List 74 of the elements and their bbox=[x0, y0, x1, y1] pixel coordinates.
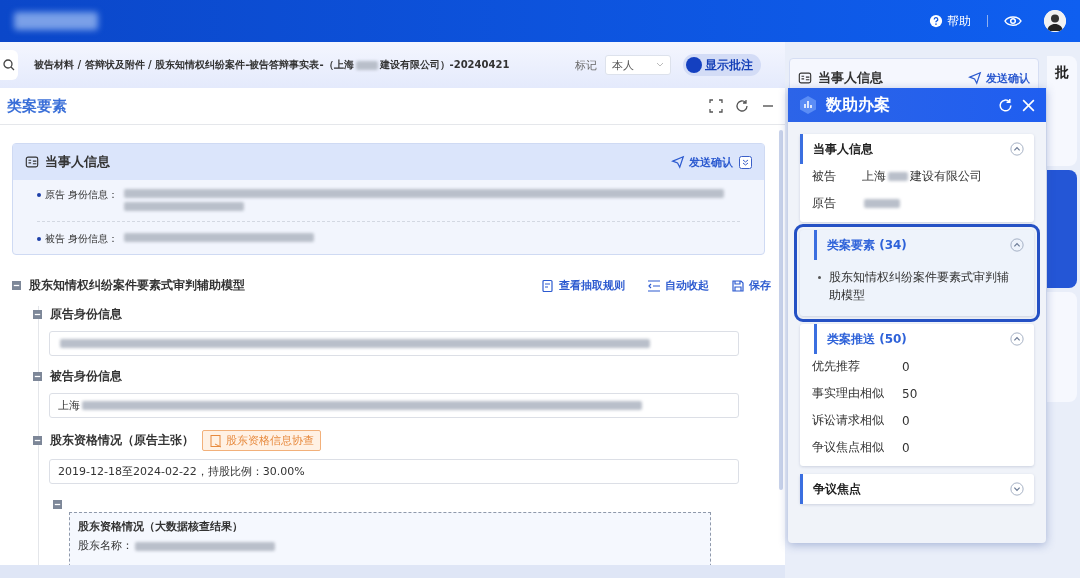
collapse-icon[interactable] bbox=[53, 500, 62, 509]
card-title: 当事人信息 bbox=[45, 153, 110, 171]
row-value: 50 bbox=[902, 386, 918, 401]
row-value: 上海 bbox=[862, 168, 886, 185]
result-title: 股东资格情况（大数据核查结果） bbox=[78, 519, 244, 534]
close-icon[interactable] bbox=[1021, 97, 1036, 113]
row-label: 诉讼请求相似 bbox=[812, 412, 885, 429]
collapse-icon[interactable] bbox=[1010, 238, 1024, 252]
section-title[interactable]: 当事人信息 bbox=[813, 140, 873, 158]
row-value: 建设有限公司 bbox=[910, 168, 982, 185]
panel-title: 类案要素 bbox=[7, 96, 67, 116]
document-icon bbox=[541, 278, 555, 293]
card-title: 当事人信息 bbox=[818, 69, 883, 87]
section-title[interactable]: 类案要素 (34) bbox=[827, 236, 907, 254]
party-label: 原告 身份信息： bbox=[45, 188, 119, 202]
help-link[interactable]: 帮助 bbox=[929, 12, 971, 30]
collapse-icon[interactable] bbox=[33, 436, 42, 445]
field-label: 股东资格情况（原告主张） bbox=[50, 432, 194, 449]
search-button[interactable] bbox=[0, 50, 18, 80]
mark-dropdown[interactable]: 本人 bbox=[605, 55, 671, 75]
section-title[interactable]: 争议焦点 bbox=[813, 480, 861, 498]
collapse-icon[interactable] bbox=[33, 310, 42, 319]
eye-icon[interactable] bbox=[1004, 14, 1022, 28]
send-icon bbox=[968, 71, 982, 85]
save-icon bbox=[731, 278, 745, 293]
row-label: 被告 bbox=[812, 168, 837, 185]
text-area[interactable]: 上海 bbox=[49, 393, 739, 418]
mark-label: 标记 bbox=[575, 57, 597, 73]
text-area[interactable] bbox=[49, 331, 739, 356]
search-icon bbox=[3, 59, 15, 71]
model-title: 股东知情权纠纷案件要素式审判辅助模型 bbox=[29, 277, 245, 294]
row-label: 事实理由相似 bbox=[812, 385, 885, 402]
row-label: 原告 bbox=[812, 195, 837, 212]
row-label: 优先推荐 bbox=[812, 358, 861, 375]
assistant-title: 数助办案 bbox=[826, 94, 890, 116]
text-area[interactable]: 2019-12-18至2024-02-22，持股比例：30.00% bbox=[49, 459, 739, 484]
send-confirm-link[interactable]: 发送确认 bbox=[968, 70, 1030, 86]
refresh-icon[interactable] bbox=[735, 99, 749, 113]
collapse-icon[interactable] bbox=[739, 155, 752, 169]
section-title[interactable]: 类案推送 (50) bbox=[827, 330, 907, 348]
party-label: 被告 身份信息： bbox=[45, 232, 119, 246]
rules-link[interactable]: 查看抽取规则 bbox=[541, 278, 625, 293]
document-icon bbox=[209, 433, 223, 448]
row-value: 0 bbox=[902, 359, 910, 374]
id-card-icon bbox=[25, 155, 39, 169]
collapse-icon[interactable] bbox=[1010, 332, 1024, 346]
fullscreen-icon[interactable] bbox=[709, 99, 723, 113]
breadcrumb: 被告材料 / 答辩状及附件 / 股东知情权纠纷案件-被告答辩事实表-（上海 bbox=[34, 58, 354, 72]
collapse-icon[interactable] bbox=[12, 281, 21, 290]
chart-icon bbox=[798, 95, 818, 115]
blurred-text bbox=[355, 60, 378, 70]
field-label: 被告身份信息 bbox=[50, 368, 122, 385]
collapse-link[interactable]: 自动收起 bbox=[647, 278, 709, 293]
expand-icon[interactable] bbox=[1010, 482, 1024, 496]
row-value: 0 bbox=[902, 440, 910, 455]
collapse-icon[interactable] bbox=[33, 372, 42, 381]
scrollbar[interactable] bbox=[779, 130, 783, 490]
annotation-toggle[interactable]: 显示批注 bbox=[683, 54, 761, 76]
caret-icon bbox=[656, 62, 664, 68]
save-link[interactable]: 保存 bbox=[731, 278, 771, 293]
row-value: 0 bbox=[902, 413, 910, 428]
breadcrumb: 建设有限公司）-20240421 bbox=[379, 58, 510, 72]
send-confirm-link[interactable]: 发送确认 bbox=[671, 154, 733, 170]
row-label: 争议焦点相似 bbox=[812, 439, 885, 456]
id-card-icon bbox=[798, 71, 812, 85]
avatar-icon[interactable] bbox=[1044, 10, 1066, 32]
collapse-icon bbox=[647, 278, 661, 293]
send-icon bbox=[671, 155, 685, 169]
result-label: 股东名称： bbox=[78, 539, 133, 552]
field-label: 原告身份信息 bbox=[50, 306, 122, 323]
list-item[interactable]: 股东知情权纠纷案件要素式审判辅助模型 bbox=[829, 268, 1020, 304]
help-icon bbox=[929, 14, 943, 28]
collapse-icon[interactable] bbox=[1010, 142, 1024, 156]
side-tab[interactable]: 批 bbox=[1047, 56, 1077, 166]
